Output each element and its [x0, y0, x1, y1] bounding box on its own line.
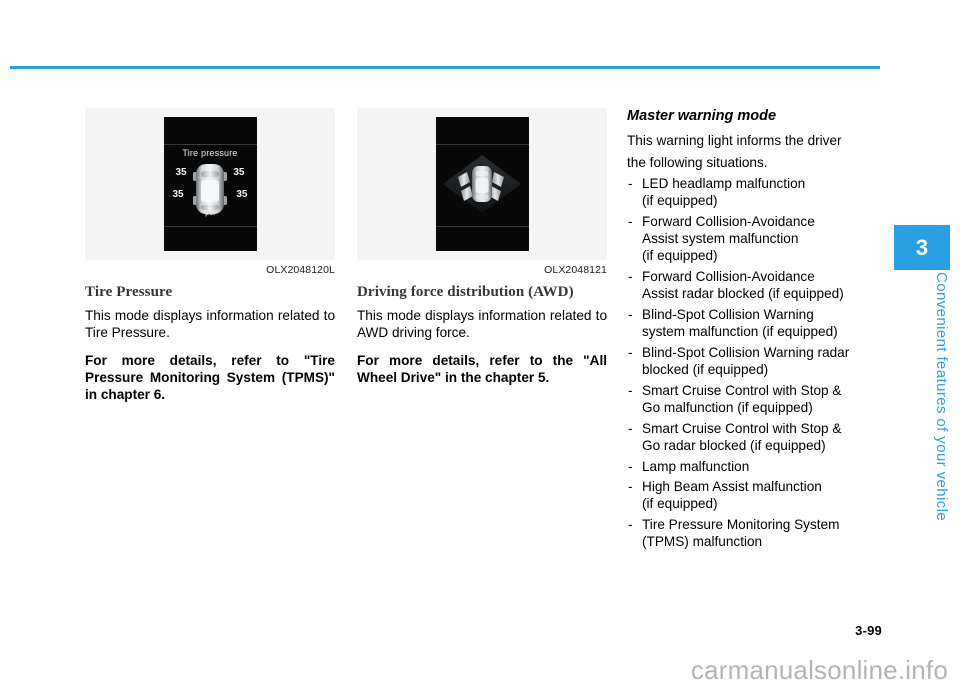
lcd-screen-tire-pressure: Tire pressure 35 35 35 35 psi: [163, 117, 257, 251]
list-item: - Smart Cruise Control with Stop & Go mal…: [627, 382, 882, 416]
dash-marker: -: [628, 479, 633, 495]
figure-awd: [357, 108, 607, 260]
lcd-divider-top-awd: [435, 144, 529, 145]
chapter-number-tab: 3: [894, 225, 950, 270]
section-heading-tire-pressure: Tire Pressure: [85, 284, 173, 300]
note-awd: For more details, refer to the "All Whee…: [357, 353, 607, 385]
dash-marker: -: [628, 344, 633, 360]
list-item-text: Blind-Spot Collision Warning radar block…: [642, 344, 850, 378]
header-rule: [10, 66, 880, 69]
list-item-text: Smart Cruise Control with Stop & Go rada…: [642, 420, 842, 453]
tire-value-rear-left: 35: [172, 189, 184, 200]
list-item: - Blind-Spot Collision Warning radar bloc…: [627, 344, 882, 378]
site-watermark: carmanualsonline.info: [690, 655, 948, 685]
column-middle: OLX2048121 Driving force distribution (A…: [357, 108, 607, 386]
paragraph-awd: This mode displays information related t…: [357, 308, 607, 340]
figure-tire-pressure: Tire pressure 35 35 35 35 psi: [85, 108, 335, 260]
dash-marker: -: [628, 176, 633, 191]
chapter-title-vertical: Convenient features of your vehicle: [933, 272, 950, 522]
dash-marker: -: [628, 306, 633, 322]
list-item: - Blind-Spot Collision Warning system mal…: [627, 306, 882, 340]
list-item-text: High Beam Assist malfunction (if equippe…: [642, 479, 822, 512]
list-item-text: Lamp malfunction: [642, 458, 750, 474]
dash-marker: -: [628, 382, 633, 398]
section-heading-master-warning-mode: Master warning mode: [627, 108, 777, 124]
tire-value-front-left: 35: [175, 167, 187, 178]
list-item: - Forward Collision-Avoidance Assist syst…: [627, 213, 882, 265]
car-top-view-icon: [193, 164, 227, 214]
list-item-text: LED headlamp malfunction (if equipped): [642, 176, 806, 209]
list-item-text: Blind-Spot Collision Warning system malf…: [642, 306, 838, 340]
list-item: - Smart Cruise Control with Stop & Go rad…: [627, 420, 882, 454]
tire-value-rear-right: 35: [236, 189, 248, 200]
figure-caption-awd: OLX2048121: [544, 264, 607, 276]
tire-value-front-right: 35: [233, 167, 245, 178]
paragraph-tire-pressure: This mode displays information related t…: [85, 308, 335, 340]
list-item: - LED headlamp malfunction (if equipped): [627, 175, 882, 209]
page-content: Tire pressure 35 35 35 35 psi OLX2048120…: [0, 108, 890, 608]
lcd-divider-bottom: [163, 226, 257, 227]
paragraph-master-warning-line2: the following situations.: [627, 155, 768, 170]
lcd-screen-awd: [435, 117, 529, 251]
lcd-divider-top: [163, 144, 257, 145]
master-warning-list: - LED headlamp malfunction (if equipped) …: [627, 175, 882, 551]
lcd-divider-bottom-awd: [435, 226, 529, 227]
list-item: - Forward Collision-Avoidance Assist rada…: [627, 268, 882, 302]
list-item: - High Beam Assist malfunction (if equipp…: [627, 478, 882, 512]
dash-marker: -: [628, 420, 633, 436]
dash-marker: -: [628, 517, 633, 533]
column-left: Tire pressure 35 35 35 35 psi OLX2048120…: [85, 108, 335, 403]
dash-marker: -: [628, 213, 633, 229]
figure-caption-tire-pressure: OLX2048120L: [266, 264, 335, 276]
list-item: - Tire Pressure Monitoring System (TPMS) …: [627, 516, 882, 550]
dash-marker: -: [628, 458, 633, 474]
list-item-text: Forward Collision-Avoidance Assist radar…: [642, 269, 844, 302]
awd-torque-diagram-icon: [443, 155, 521, 213]
dash-marker: -: [628, 269, 633, 285]
paragraph-master-warning-line1: This warning light informs the driver: [627, 133, 842, 148]
lcd-unit-psi: psi: [204, 210, 216, 217]
note-tire-pressure: For more details, refer to "Tire Pressur…: [85, 353, 335, 402]
list-item: - Lamp malfunction: [627, 458, 882, 475]
page-number: 3-99: [855, 623, 882, 638]
section-heading-awd: Driving force distribution (AWD): [357, 284, 574, 300]
lcd-title-tire-pressure: Tire pressure: [182, 148, 238, 158]
list-item-text: Tire Pressure Monitoring System (TPMS) m…: [642, 517, 840, 550]
list-item-text: Forward Collision-Avoidance Assist syste…: [642, 213, 815, 264]
column-right: Master warning mode This warning light i…: [627, 108, 882, 554]
list-item-text: Smart Cruise Control with Stop & Go malf…: [642, 382, 842, 415]
